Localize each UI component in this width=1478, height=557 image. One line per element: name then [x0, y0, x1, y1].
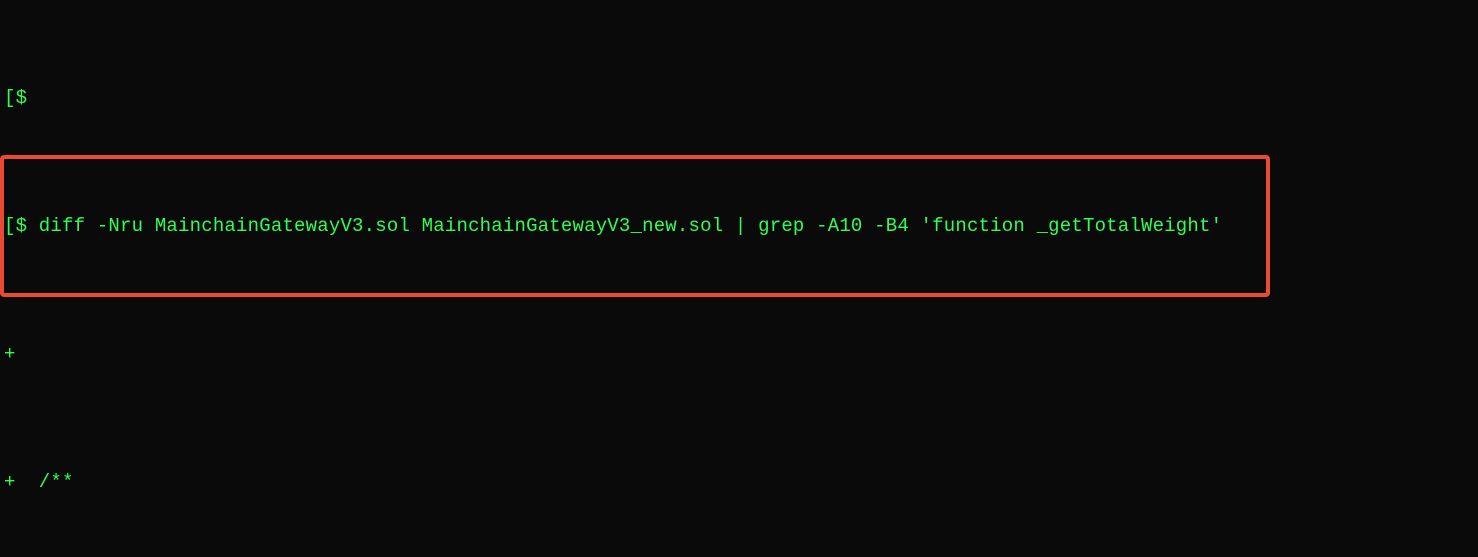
- diff-line-add: + /**: [0, 467, 1478, 497]
- terminal-line: [$: [0, 83, 1478, 113]
- diff-line-add: +: [0, 339, 1478, 369]
- terminal-window[interactable]: [$ [$ diff -Nru MainchainGatewayV3.sol M…: [0, 0, 1478, 557]
- terminal-command: [$ diff -Nru MainchainGatewayV3.sol Main…: [0, 211, 1478, 241]
